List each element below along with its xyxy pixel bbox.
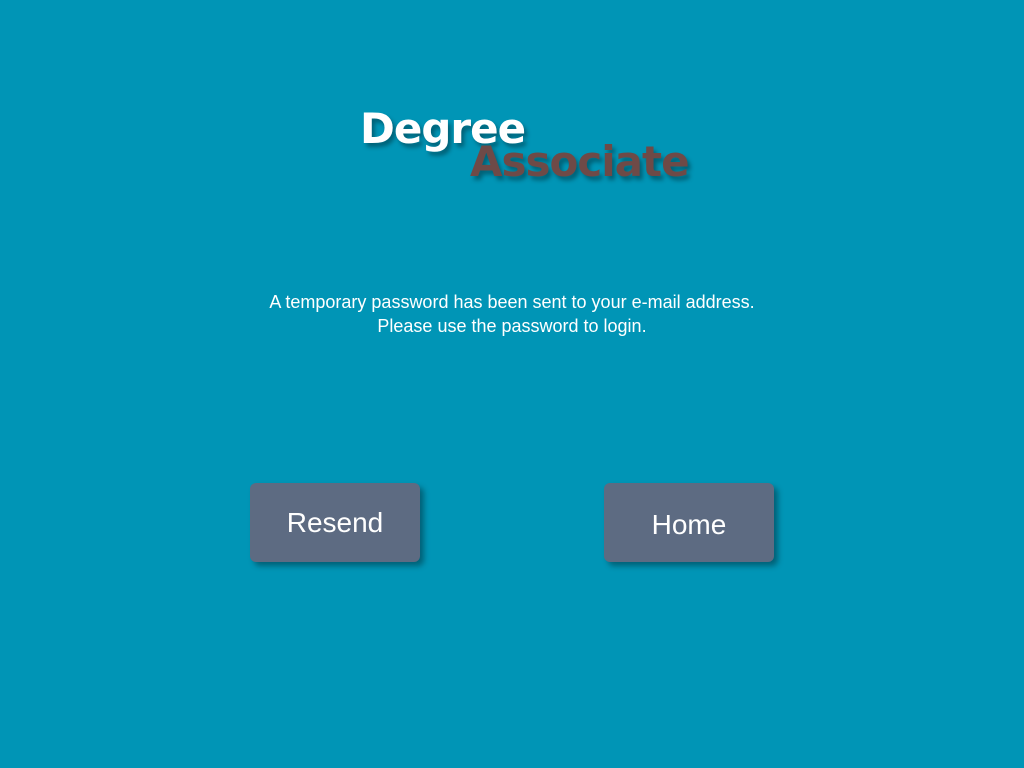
message-line-1: A temporary password has been sent to yo… — [269, 292, 755, 312]
message-line-2: Please use the password to login. — [377, 316, 647, 336]
app-logo: Degree Associate — [0, 0, 1024, 200]
logo-word-associate: Associate — [470, 137, 690, 186]
resend-button[interactable]: Resend — [250, 483, 420, 562]
home-button[interactable]: Home — [604, 483, 774, 562]
confirmation-message: A temporary password has been sent to yo… — [212, 290, 812, 338]
